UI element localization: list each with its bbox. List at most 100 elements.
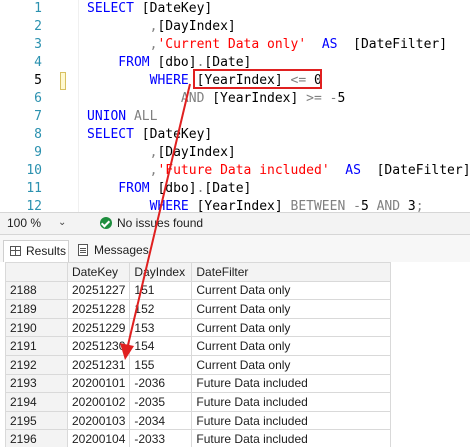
row-number[interactable]: 2189 (5, 299, 68, 319)
code-token: 'Future Data included' (157, 163, 330, 178)
row-number[interactable]: 2191 (5, 336, 68, 356)
line-number: 5 (34, 73, 42, 88)
code-token: 'Current Data only' (157, 37, 307, 52)
cell-dayindex[interactable]: -2036 (129, 373, 193, 394)
cell-datekey[interactable]: 20251231 (66, 354, 131, 375)
results-grid: DateKey DayIndex DateFilter 2188 20251227… (5, 262, 392, 447)
cell-datefilter[interactable]: Current Data only (191, 280, 392, 301)
row-number[interactable]: 2190 (5, 317, 68, 338)
column-header-datekey[interactable]: DateKey (66, 262, 131, 282)
line-number: 11 (26, 181, 42, 196)
code-token: [DateFilter] (353, 37, 448, 52)
cell-datekey[interactable]: 20251227 (66, 280, 131, 301)
cell-dayindex[interactable]: -2035 (129, 392, 193, 412)
issues-status[interactable]: No issues found (117, 213, 203, 233)
code-token: ALL (133, 109, 158, 124)
code-token: UNION (87, 109, 134, 124)
code-line[interactable]: 3 ,'Current Data only' AS [DateFilter] (0, 36, 470, 54)
code-token: WHERE (87, 73, 197, 88)
table-row[interactable]: 2193 20200101 -2036 Future Data included (5, 373, 392, 394)
sql-editor[interactable]: 1 SELECT [DateKey] 2 ,[DayIndex] 3 ,'Curren… (0, 0, 470, 212)
row-number[interactable]: 2192 (5, 354, 68, 375)
table-row[interactable]: 2196 20200104 -2033 Future Data included (5, 429, 392, 447)
cell-datefilter[interactable]: Future Data included (191, 392, 392, 412)
tab-results[interactable]: Results (3, 240, 69, 262)
cell-datefilter[interactable]: Current Data only (191, 299, 392, 319)
cell-datefilter[interactable]: Current Data only (191, 336, 392, 356)
code-line[interactable]: 6 AND [YearIndex] >= -5 (0, 90, 470, 108)
tab-messages-label: Messages (94, 243, 149, 257)
code-token: AS (306, 37, 354, 52)
table-row[interactable]: 2194 20200102 -2035 Future Data included (5, 392, 392, 412)
cell-datefilter[interactable]: Future Data included (191, 410, 392, 431)
zoom-dropdown-icon[interactable]: ⌄ (58, 213, 66, 233)
cell-datekey[interactable]: 20200104 (66, 429, 131, 447)
highlight-box (193, 69, 322, 89)
cell-dayindex[interactable]: 153 (129, 317, 193, 338)
code-line[interactable]: 11 FROM [dbo].[Date] (0, 180, 470, 198)
column-header-datefilter[interactable]: DateFilter (191, 262, 392, 282)
line-number: 6 (34, 91, 42, 106)
line-number: 10 (26, 163, 42, 178)
code-line[interactable]: 2 ,[DayIndex] (0, 18, 470, 36)
table-row[interactable]: 2188 20251227 151 Current Data only (5, 280, 392, 301)
code-token: BETWEEN (290, 199, 354, 212)
code-token: [YearIndex] (212, 91, 307, 106)
code-line[interactable]: 8 SELECT [DateKey] (0, 126, 470, 144)
code-token: SELECT (87, 1, 142, 16)
line-number: 2 (34, 19, 42, 34)
code-token: - (353, 199, 361, 212)
line-number: 12 (26, 199, 42, 212)
cell-dayindex[interactable]: 155 (129, 354, 193, 375)
cell-datefilter[interactable]: Current Data only (191, 317, 392, 338)
code-text: ,'Current Data only' AS [DateFilter] (87, 36, 447, 54)
tab-messages[interactable]: Messages (74, 240, 154, 262)
line-number: 3 (34, 37, 42, 52)
code-line[interactable]: 7 UNION ALL (0, 108, 470, 126)
table-row[interactable]: 2192 20251231 155 Current Data only (5, 354, 392, 375)
code-token: [dbo] (157, 181, 197, 196)
table-row[interactable]: 2191 20251230 154 Current Data only (5, 336, 392, 356)
cell-datekey[interactable]: 20251230 (66, 336, 131, 356)
code-token: [DateFilter] (376, 163, 470, 178)
cell-datekey[interactable]: 20251229 (66, 317, 131, 338)
line-number: 9 (34, 145, 42, 160)
cell-datekey[interactable]: 20200101 (66, 373, 131, 394)
code-text: FROM [dbo].[Date] (87, 180, 251, 198)
row-number[interactable]: 2195 (5, 410, 68, 431)
column-header-dayindex[interactable]: DayIndex (129, 262, 193, 282)
table-row[interactable]: 2195 20200103 -2034 Future Data included (5, 410, 392, 431)
zoom-level[interactable]: 100 % (7, 213, 41, 233)
cell-dayindex[interactable]: -2034 (129, 410, 193, 431)
code-token: [YearIndex] (196, 199, 291, 212)
line-number: 1 (34, 1, 42, 16)
code-token: [Date] (204, 55, 252, 70)
cell-datefilter[interactable]: Future Data included (191, 373, 392, 394)
cell-datefilter[interactable]: Future Data included (191, 429, 392, 447)
code-token: [DateKey] (141, 127, 213, 142)
cell-datekey[interactable]: 20251228 (66, 299, 131, 319)
row-number[interactable]: 2196 (5, 429, 68, 447)
cell-datefilter[interactable]: Current Data only (191, 354, 392, 375)
cell-dayindex[interactable]: 152 (129, 299, 193, 319)
grid-corner[interactable] (5, 262, 68, 282)
code-token: [DayIndex] (157, 19, 236, 34)
table-row[interactable]: 2190 20251229 153 Current Data only (5, 317, 392, 338)
cell-dayindex[interactable]: 154 (129, 336, 193, 356)
code-text: ,[DayIndex] (87, 144, 236, 162)
code-line[interactable]: 10 ,'Future Data included' AS [DateFilte… (0, 162, 470, 180)
row-number[interactable]: 2188 (5, 280, 68, 301)
row-number[interactable]: 2194 (5, 392, 68, 412)
code-line[interactable]: 9 ,[DayIndex] (0, 144, 470, 162)
cell-datekey[interactable]: 20200103 (66, 410, 131, 431)
code-line[interactable]: 1 SELECT [DateKey] (0, 0, 470, 18)
code-line[interactable]: 12 WHERE [YearIndex] BETWEEN -5 AND 3; (0, 198, 470, 212)
cell-datekey[interactable]: 20200102 (66, 392, 131, 412)
code-token: FROM (87, 55, 158, 70)
table-row[interactable]: 2189 20251228 152 Current Data only (5, 299, 392, 319)
row-number[interactable]: 2193 (5, 373, 68, 394)
cell-dayindex[interactable]: 151 (129, 280, 193, 301)
code-token: WHERE (87, 199, 197, 212)
tab-results-label: Results (26, 244, 67, 258)
cell-dayindex[interactable]: -2033 (129, 429, 193, 447)
